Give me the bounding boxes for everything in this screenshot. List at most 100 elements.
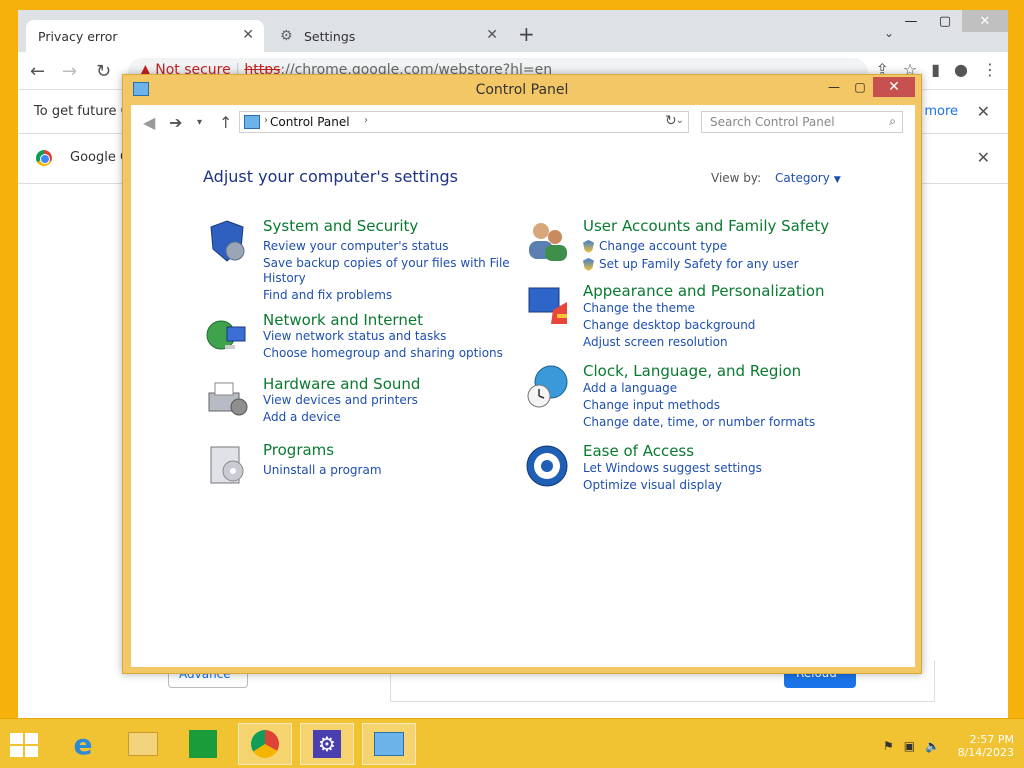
close-icon[interactable]: ✕ xyxy=(486,27,498,43)
link[interactable]: Find and fix problems xyxy=(263,288,392,302)
category-title[interactable]: Network and Internet xyxy=(263,311,423,329)
control-panel-icon xyxy=(244,115,260,129)
close-icon[interactable]: ✕ xyxy=(977,102,990,121)
link[interactable]: Set up Family Safety for any user xyxy=(583,257,799,271)
search-icon[interactable]: ⌕ xyxy=(889,114,896,129)
back-icon[interactable]: ◀ xyxy=(143,113,155,132)
link[interactable]: Save backup copies of your files with Fi… xyxy=(263,256,510,270)
category-title[interactable]: Hardware and Sound xyxy=(263,375,420,393)
chevron-down-icon[interactable]: ▾ xyxy=(197,117,202,128)
store-icon[interactable] xyxy=(176,723,230,765)
taskbar: e ⚙ ⚑ ▣ 🔈 2:57 PM 8/14/2023 xyxy=(0,718,1024,768)
category-user-accounts: User Accounts and Family Safety Change a… xyxy=(523,217,863,273)
close-icon[interactable]: ✕ xyxy=(242,27,254,43)
view-by-label: View by: xyxy=(711,171,762,185)
category-title[interactable]: Clock, Language, and Region xyxy=(583,362,801,380)
category-title[interactable]: System and Security xyxy=(263,217,418,235)
link[interactable]: Add a device xyxy=(263,410,341,424)
tab-settings[interactable]: ⚙ Settings ✕ xyxy=(268,20,508,52)
link[interactable]: Adjust screen resolution xyxy=(583,335,728,349)
window-controls: — ▢ ✕ xyxy=(894,10,1008,32)
maximize-button[interactable]: ▢ xyxy=(928,10,962,32)
breadcrumb-arrow-icon[interactable]: › xyxy=(364,115,368,126)
date: 8/14/2023 xyxy=(957,746,1014,759)
chevron-down-icon[interactable]: ⌄ xyxy=(884,26,894,40)
new-tab-button[interactable]: + xyxy=(518,22,535,46)
window-title: Control Panel xyxy=(475,82,569,98)
category-title[interactable]: Programs xyxy=(263,441,334,459)
tab-label: Settings xyxy=(304,28,356,44)
search-input[interactable]: Search Control Panel ⌕ xyxy=(701,111,903,133)
link[interactable]: View devices and printers xyxy=(263,393,418,407)
refresh-icon[interactable]: ↻ xyxy=(665,113,677,129)
file-explorer-icon[interactable] xyxy=(116,723,170,765)
reload-icon[interactable]: ↻ xyxy=(96,61,111,82)
breadcrumb-arrow-icon[interactable]: › xyxy=(264,115,268,126)
link[interactable]: Review your computer's status xyxy=(263,239,449,253)
link[interactable]: View network status and tasks xyxy=(263,329,446,343)
link[interactable]: Change input methods xyxy=(583,398,720,412)
navigation-bar: ◀ ➔ ▾ ↑ › Control Panel › ⌄ ↻ Search Con… xyxy=(131,105,915,145)
breadcrumb[interactable]: Control Panel xyxy=(270,115,350,129)
category-network-internet: Network and Internet View network status… xyxy=(203,311,503,367)
network-tray-icon[interactable]: ▣ xyxy=(904,739,915,753)
chrome-icon[interactable] xyxy=(238,723,292,765)
infobar2-text: Google C xyxy=(70,150,130,165)
forward-icon[interactable]: → xyxy=(62,61,77,82)
control-panel-icon[interactable] xyxy=(362,723,416,765)
minimize-button[interactable]: — xyxy=(894,10,928,32)
start-button[interactable] xyxy=(10,733,38,757)
link[interactable]: Choose homegroup and sharing options xyxy=(263,346,503,360)
shield-icon xyxy=(210,220,245,262)
control-panel-window: Control Panel — ▢ ✕ ◀ ➔ ▾ ↑ › Control Pa… xyxy=(122,74,922,674)
link[interactable]: Change account type xyxy=(583,239,727,253)
category-hardware-sound: Hardware and Sound View devices and prin… xyxy=(203,375,503,431)
settings-icon[interactable]: ⚙ xyxy=(300,723,354,765)
address-bar[interactable]: › Control Panel › ⌄ xyxy=(239,111,689,133)
link[interactable]: Change date, time, or number formats xyxy=(583,415,815,429)
printer-icon xyxy=(208,382,248,416)
link[interactable]: Uninstall a program xyxy=(263,463,382,477)
close-icon[interactable]: ✕ xyxy=(977,148,990,167)
link[interactable]: Change the theme xyxy=(583,301,695,315)
caret-down-icon[interactable]: ▼ xyxy=(834,175,841,185)
personalization-icon xyxy=(528,287,567,324)
ie-icon[interactable]: e xyxy=(56,723,110,765)
forward-icon[interactable]: ➔ xyxy=(169,113,182,132)
close-button[interactable]: ✕ xyxy=(873,77,915,97)
infobar-text: To get future G xyxy=(34,104,131,119)
close-button[interactable]: ✕ xyxy=(962,10,1008,32)
profile-icon[interactable]: ● xyxy=(954,60,968,79)
tab-label: Privacy error xyxy=(38,28,118,44)
chrome-logo-icon xyxy=(36,150,52,166)
link[interactable]: Add a language xyxy=(583,381,677,395)
sidepanel-icon[interactable]: ▮ xyxy=(931,60,940,79)
back-icon[interactable]: ← xyxy=(30,61,45,82)
link[interactable]: Change desktop background xyxy=(583,318,755,332)
link[interactable]: Let Windows suggest settings xyxy=(583,461,762,475)
tab-privacy-error[interactable]: Privacy error ✕ xyxy=(26,20,264,52)
view-by-dropdown[interactable]: Category xyxy=(775,171,830,185)
view-by: View by: Category ▼ xyxy=(711,171,841,185)
page-title: Adjust your computer's settings xyxy=(203,167,458,186)
clock[interactable]: 2:57 PM 8/14/2023 xyxy=(958,733,1014,759)
link[interactable]: Optimize visual display xyxy=(583,478,722,492)
category-title[interactable]: Appearance and Personalization xyxy=(583,282,825,300)
volume-muted-icon[interactable]: 🔈 xyxy=(925,739,940,753)
maximize-button[interactable]: ▢ xyxy=(847,77,873,97)
users-icon xyxy=(529,223,567,261)
flag-icon[interactable]: ⚑ xyxy=(883,739,894,753)
up-icon[interactable]: ↑ xyxy=(219,113,232,132)
search-placeholder: Search Control Panel xyxy=(710,115,835,129)
menu-icon[interactable]: ⋮ xyxy=(982,60,998,79)
minimize-button[interactable]: — xyxy=(821,77,847,97)
chevron-down-icon[interactable]: ⌄ xyxy=(676,115,684,126)
link[interactable]: History xyxy=(263,271,306,285)
category-title[interactable]: Ease of Access xyxy=(583,442,694,460)
gear-icon: ⚙ xyxy=(280,28,293,44)
category-title[interactable]: User Accounts and Family Safety xyxy=(583,217,829,235)
time: 2:57 PM xyxy=(969,733,1014,746)
globe-clock-icon xyxy=(527,365,568,408)
category-clock-language: Clock, Language, and Region Add a langua… xyxy=(523,362,863,438)
system-tray: ⚑ ▣ 🔈 xyxy=(883,739,940,753)
